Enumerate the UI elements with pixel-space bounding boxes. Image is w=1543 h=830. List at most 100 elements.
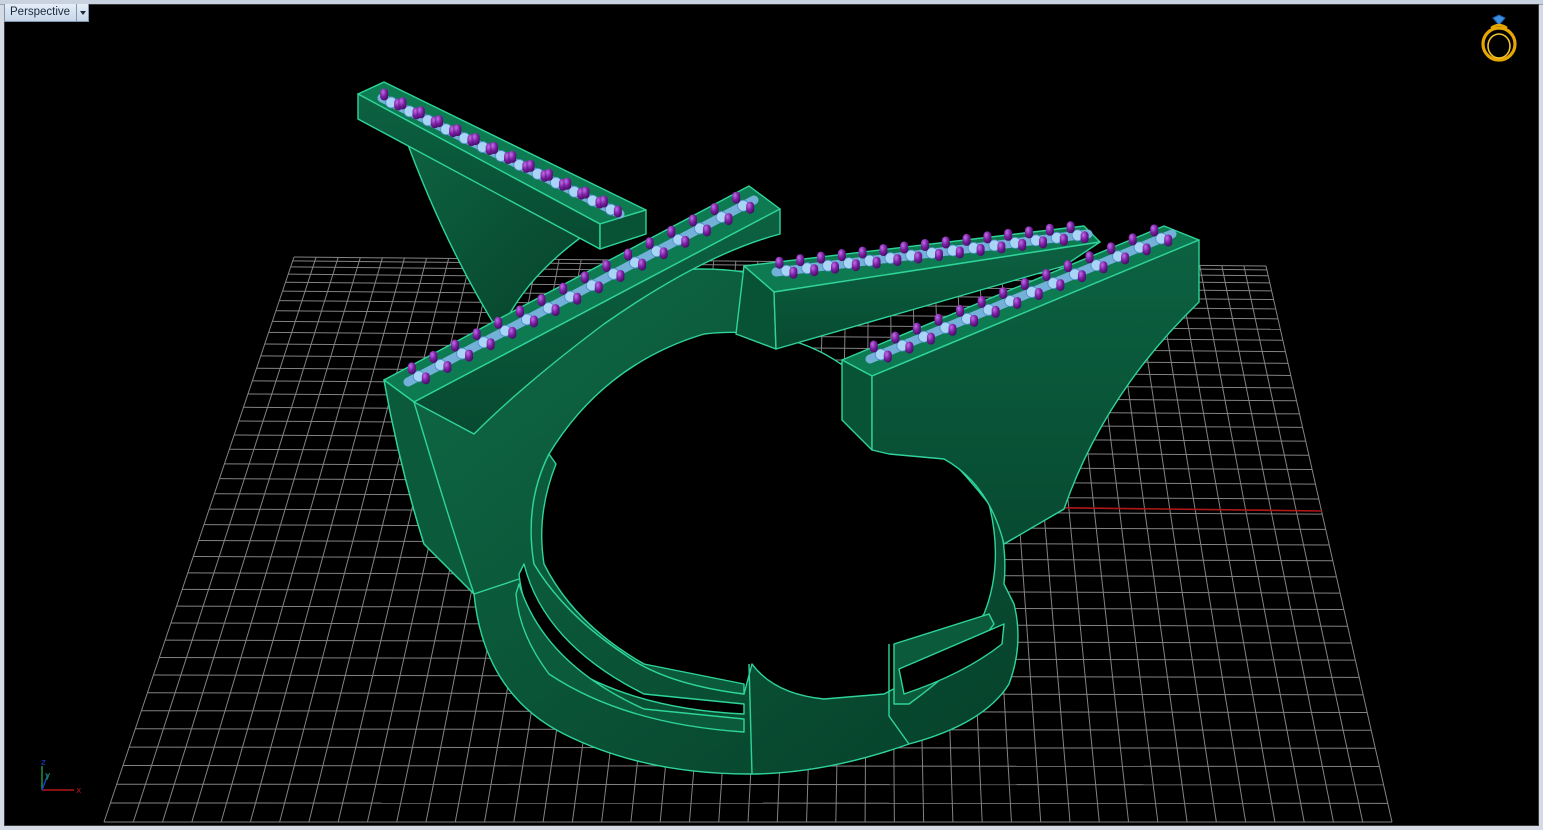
perspective-viewport[interactable]: Perspective x y z — [4, 4, 1539, 826]
prong — [453, 124, 462, 137]
prong — [1080, 231, 1089, 244]
prong — [1164, 234, 1173, 247]
prong — [746, 201, 755, 214]
prong — [810, 264, 819, 277]
grid-line-v — [249, 257, 405, 823]
prong — [451, 339, 460, 352]
ring-model[interactable] — [357, 81, 1200, 775]
prong — [667, 225, 676, 238]
prong — [580, 271, 589, 284]
prong — [948, 323, 957, 336]
prong — [471, 133, 480, 146]
prong — [594, 281, 603, 294]
prong — [1042, 269, 1051, 282]
prong — [817, 251, 825, 264]
prong — [624, 248, 633, 261]
prong — [914, 251, 923, 264]
prong — [883, 350, 892, 363]
prong — [1077, 270, 1086, 283]
prong — [1128, 233, 1137, 246]
prong — [869, 340, 878, 353]
prong — [508, 150, 517, 163]
prong — [879, 244, 888, 257]
axis-widget: x y z — [41, 758, 82, 794]
prong — [732, 191, 741, 204]
prong — [1013, 296, 1022, 309]
prong — [955, 246, 964, 259]
prong — [941, 236, 950, 249]
prong — [1045, 223, 1054, 236]
prong — [1018, 238, 1027, 251]
prong — [991, 305, 1000, 318]
prong — [1121, 252, 1130, 265]
prong — [1059, 233, 1068, 246]
prong — [1066, 221, 1075, 234]
prong — [970, 314, 979, 327]
prong — [581, 186, 590, 199]
grid-line-v — [1155, 264, 1247, 823]
prong — [563, 177, 572, 190]
rhino-app: Perspective x y z — [0, 0, 1543, 830]
3d-scene[interactable] — [4, 4, 1539, 826]
prong — [893, 254, 902, 267]
prong — [872, 256, 881, 269]
grid-line-v — [132, 257, 317, 823]
prong — [435, 115, 444, 128]
prong — [602, 259, 611, 272]
prong — [1099, 261, 1108, 274]
viewport-tab[interactable]: Perspective — [4, 4, 90, 22]
grid-line-v — [191, 257, 361, 823]
prong — [1039, 236, 1047, 249]
prong — [710, 203, 719, 216]
axis-z-label: z — [41, 758, 46, 768]
prong — [681, 235, 690, 248]
prong — [1150, 224, 1159, 237]
prong — [775, 256, 784, 269]
prong — [421, 372, 430, 385]
prong — [443, 360, 452, 373]
prong — [465, 349, 474, 362]
prong — [544, 168, 553, 181]
prong — [796, 254, 805, 267]
prong — [659, 247, 668, 260]
prong — [429, 350, 438, 363]
prong — [837, 249, 846, 262]
prong — [831, 261, 839, 274]
prong — [573, 292, 582, 305]
prong — [789, 266, 798, 279]
grid-line-v — [1221, 265, 1334, 823]
prong — [486, 338, 495, 351]
prong — [407, 362, 416, 375]
prong — [976, 243, 985, 256]
prong — [398, 97, 407, 110]
grid-line-v — [1199, 265, 1305, 823]
prong — [551, 304, 560, 317]
prong — [494, 316, 503, 329]
prong — [977, 295, 986, 308]
prong — [515, 305, 524, 318]
prong — [1056, 279, 1065, 292]
prong — [526, 159, 535, 172]
grid-line-v — [103, 256, 295, 823]
ring-logo-icon — [1481, 14, 1517, 62]
prong — [472, 328, 481, 341]
prong — [983, 231, 992, 244]
prong — [1020, 278, 1029, 291]
viewport-tab-label[interactable]: Perspective — [4, 4, 78, 22]
prong — [537, 294, 546, 307]
prong — [935, 249, 943, 261]
chevron-down-icon[interactable] — [77, 4, 90, 22]
prong — [1034, 288, 1043, 301]
grid-line-v — [162, 257, 339, 823]
prong — [999, 286, 1008, 299]
prong — [858, 246, 867, 259]
prong — [529, 315, 538, 328]
prong — [891, 331, 900, 344]
axis-x-label: x — [76, 786, 82, 794]
prong — [638, 258, 647, 271]
prong — [1025, 226, 1033, 239]
prong — [702, 224, 711, 237]
prong — [900, 241, 909, 254]
prong — [997, 241, 1006, 254]
prong — [688, 214, 697, 227]
